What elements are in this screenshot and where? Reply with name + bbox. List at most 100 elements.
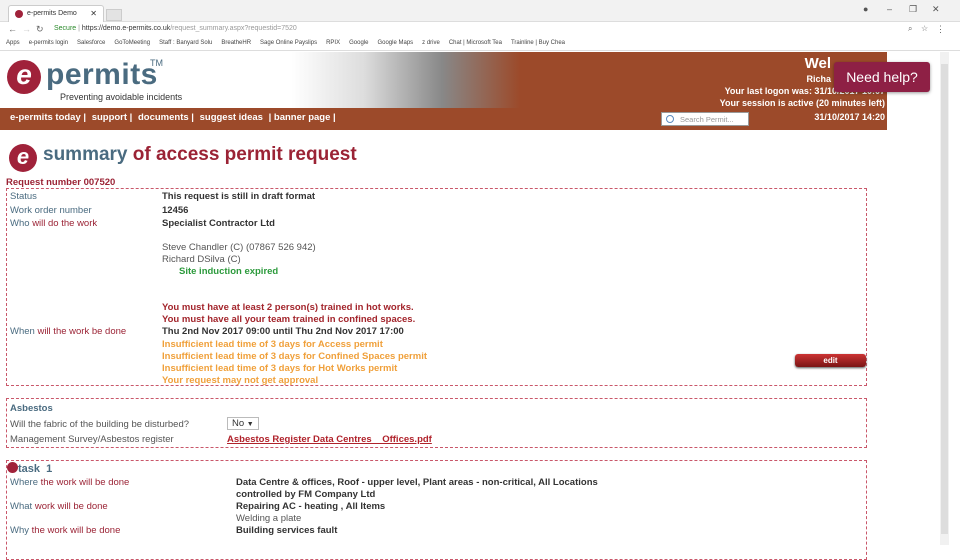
- scrollbar-thumb[interactable]: [941, 64, 948, 534]
- approval-warning: Your request may not get approval: [162, 375, 319, 385]
- logo-tm: TM: [150, 58, 163, 68]
- person: Steve Chandler (C) (07867 526 942): [162, 242, 316, 253]
- epermits-favicon-icon: [15, 10, 23, 18]
- label-b: the work will be done: [31, 525, 121, 536]
- forward-icon[interactable]: →: [22, 24, 31, 34]
- task-number: 1: [46, 463, 53, 475]
- minimize-icon[interactable]: –: [887, 4, 892, 14]
- bookmark[interactable]: Google Maps: [377, 40, 413, 46]
- fabric-disturbed-select[interactable]: No ▼: [227, 417, 259, 430]
- browser-tab[interactable]: e-permits Demo ✕: [8, 5, 104, 22]
- why-label: Why the work will be done: [10, 525, 120, 536]
- nav-epermits-today[interactable]: e-permits today |: [10, 112, 86, 123]
- bookmark[interactable]: Google: [349, 40, 368, 46]
- user-name: Richa: [806, 74, 831, 84]
- lead-time-warning: Insufficient lead time of 3 days for Hot…: [162, 363, 398, 374]
- what-label: What work will be done: [10, 501, 108, 512]
- logo-text: permits: [46, 58, 158, 91]
- main-nav: e-permits today | support | documents | …: [0, 108, 887, 130]
- lead-time-warning: Insufficient lead time of 3 days for Con…: [162, 351, 427, 362]
- label-a: Why: [10, 525, 29, 536]
- zoom-icon[interactable]: ⌕: [908, 24, 912, 34]
- bookmark[interactable]: Salesforce: [77, 40, 105, 46]
- search-icon: [666, 115, 674, 123]
- epermits-logo-icon: e: [7, 60, 41, 94]
- asbestos-register-link[interactable]: Asbestos Register Data Centres Offices.p…: [227, 434, 432, 445]
- when-value: Thu 2nd Nov 2017 09:00 until Thu 2nd Nov…: [162, 326, 404, 337]
- bookmark-star-icon[interactable]: ☆: [921, 24, 928, 33]
- menu-icon[interactable]: ⋮: [936, 24, 945, 35]
- asbestos-section: Asbestos Will the fabric of the building…: [6, 398, 867, 448]
- label-b: work will be done: [34, 501, 108, 512]
- task-title: task: [18, 463, 41, 475]
- where-value: Data Centre & offices, Roof - upper leve…: [236, 477, 598, 488]
- new-tab-button[interactable]: [106, 9, 122, 21]
- label-b: the work will be done: [40, 477, 130, 488]
- asbestos-register-label: Management Survey/Asbestos register: [10, 434, 174, 445]
- status-label: Status: [10, 191, 37, 202]
- label-a: Who: [10, 218, 30, 229]
- page-title: summary of access permit request: [43, 144, 357, 166]
- work-order-value: 12456: [162, 205, 189, 216]
- bookmark[interactable]: Trainline | Buy Chea: [511, 40, 565, 46]
- why-value: Building services fault: [236, 525, 338, 536]
- bookmark[interactable]: e-permits login: [29, 40, 68, 46]
- search-placeholder: Search Permit...: [680, 115, 734, 124]
- label-a: Where: [10, 477, 38, 488]
- tab-title: e-permits Demo: [27, 10, 77, 17]
- nav-documents[interactable]: documents |: [138, 112, 194, 123]
- browser-tab-bar: e-permits Demo ✕ ● – ❐ ✕: [0, 0, 960, 22]
- nav-banner-page[interactable]: | banner page |: [269, 112, 336, 123]
- url-path: /request_summary.aspx?requestid=7520: [170, 25, 297, 32]
- reload-icon[interactable]: ↻: [36, 24, 44, 35]
- bookmark[interactable]: RPIX: [326, 40, 340, 46]
- task-section: task 1 Where the work will be done Data …: [6, 460, 867, 560]
- close-window-icon[interactable]: ✕: [932, 4, 940, 15]
- url-host: https://demo.e-permits.co.uk: [81, 25, 171, 32]
- bookmark[interactable]: GoToMeeting: [114, 40, 150, 46]
- lead-time-warning: Insufficient lead time of 3 days for Acc…: [162, 339, 383, 350]
- task-icon: [7, 462, 18, 473]
- training-warning: You must have at least 2 person(s) train…: [162, 302, 414, 313]
- nav-support[interactable]: support |: [92, 112, 133, 123]
- label-a: When: [10, 326, 35, 337]
- request-number: Request number 007520: [6, 177, 116, 188]
- need-help-button[interactable]: Need help?: [834, 62, 930, 92]
- session-status: Your session is active (20 minutes left): [719, 98, 885, 108]
- dropdown-arrow-icon: ▼: [246, 421, 254, 428]
- fabric-disturbed-label: Will the fabric of the building be distu…: [10, 419, 190, 430]
- edit-button[interactable]: edit: [795, 354, 866, 367]
- bookmark[interactable]: Sage Online Payslips: [260, 40, 317, 46]
- tagline: Preventing avoidable incidents: [60, 92, 183, 102]
- url-input[interactable]: Secure | https://demo.e-permits.co.uk/re…: [50, 23, 930, 36]
- site-header: e permits TM Preventing avoidable incide…: [0, 52, 887, 130]
- nav-suggest-ideas[interactable]: suggest ideas: [200, 112, 263, 123]
- label-b: will the work be done: [37, 326, 127, 337]
- training-warning: You must have all your team trained in c…: [162, 314, 416, 325]
- status-value: This request is still in draft format: [162, 191, 316, 202]
- person: Richard DSilva (C): [162, 254, 241, 265]
- secure-label: Secure: [54, 25, 77, 32]
- close-tab-icon[interactable]: ✕: [90, 9, 97, 18]
- profile-icon[interactable]: ●: [863, 4, 868, 14]
- work-order-label: Work order number: [10, 205, 92, 216]
- bookmark[interactable]: BreatheHR: [221, 40, 251, 46]
- bookmarks-bar: Apps e-permits login Salesforce GoToMeeting…: [0, 37, 960, 51]
- welcome-text: Wel: [804, 55, 831, 72]
- where-value: controlled by FM Company Ltd: [236, 489, 376, 500]
- title-part-2: of access permit request: [132, 144, 357, 165]
- back-icon[interactable]: ←: [8, 24, 17, 34]
- task-heading: task 1: [7, 462, 52, 475]
- bookmark[interactable]: z drive: [422, 40, 440, 46]
- induction-status: Site induction expired: [179, 266, 279, 277]
- label-a: What: [10, 501, 33, 512]
- summary-section: Status This request is still in draft fo…: [6, 188, 867, 386]
- bookmark[interactable]: Staff : Banyard Solu: [159, 40, 212, 46]
- maximize-icon[interactable]: ❐: [909, 4, 917, 15]
- where-label: Where the work will be done: [10, 477, 129, 488]
- bookmark[interactable]: Chat | Microsoft Tea: [449, 40, 502, 46]
- bookmark[interactable]: Apps: [6, 40, 20, 46]
- label-b: will do the work: [32, 218, 98, 229]
- scrollbar[interactable]: [940, 52, 949, 545]
- search-permit-input[interactable]: Search Permit...: [661, 112, 749, 126]
